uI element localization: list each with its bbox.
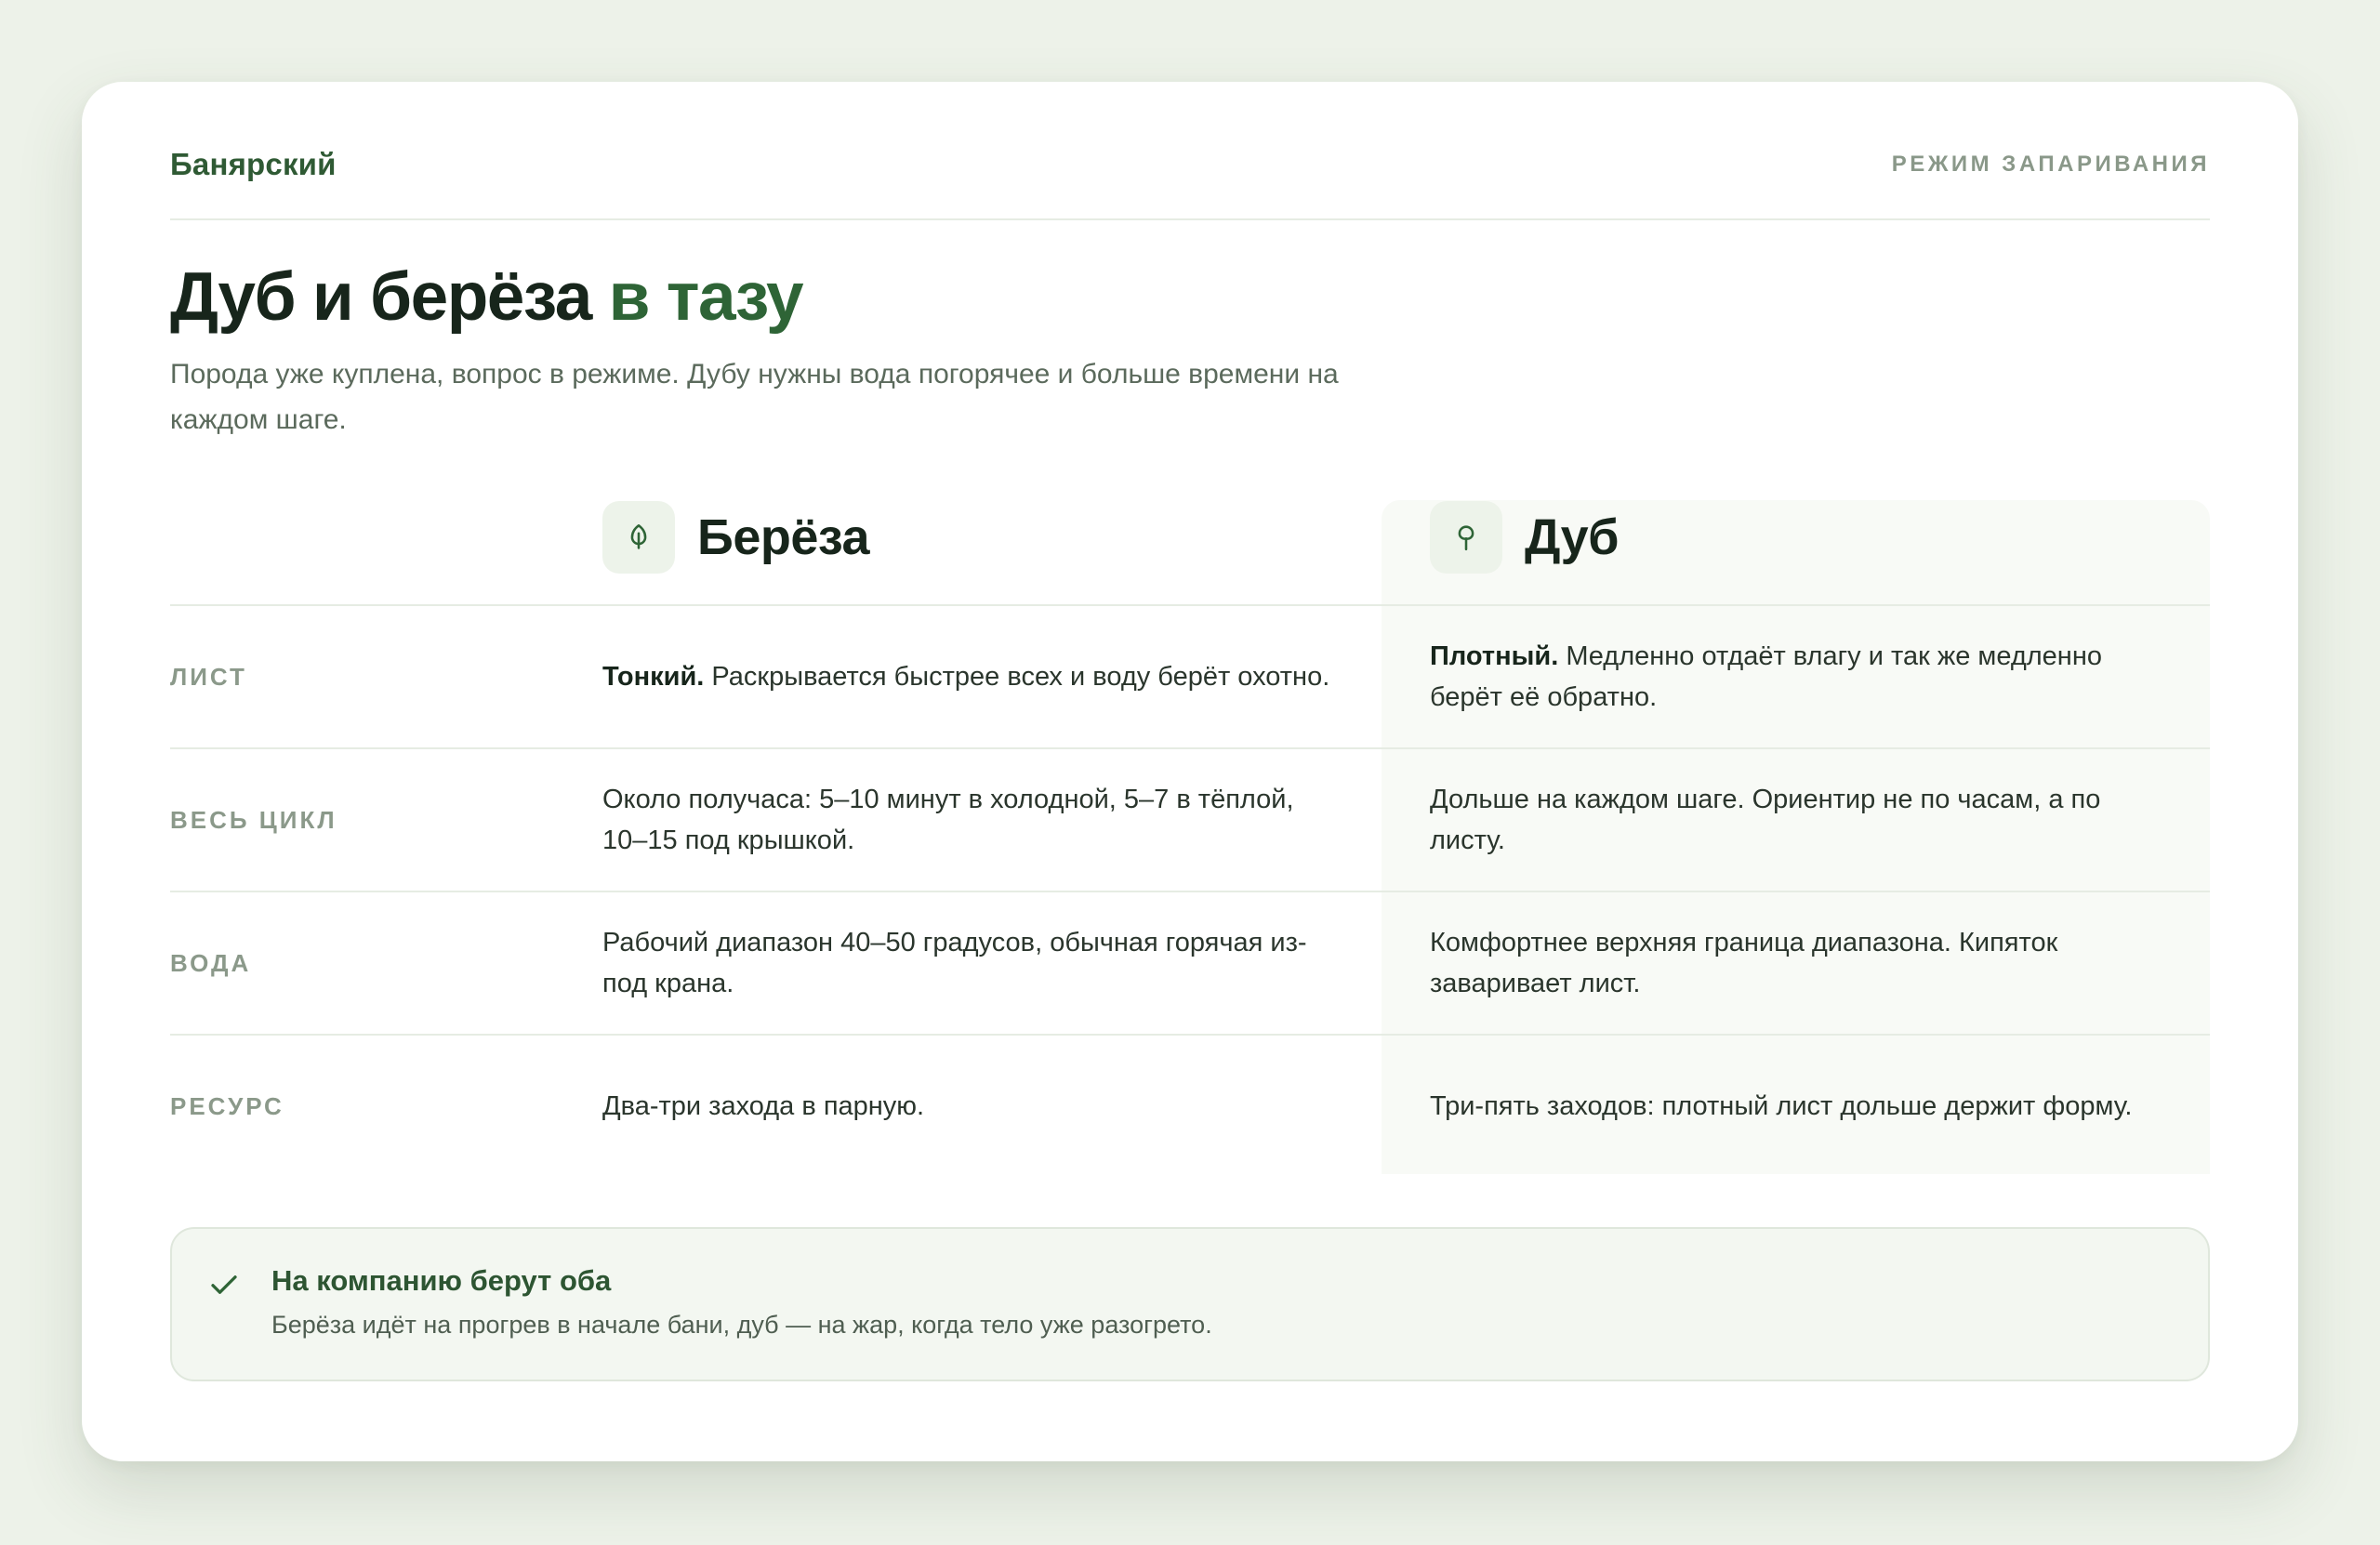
card-content: Банярский РЕЖИМ ЗАПАРИВАНИЯ Дуб и берёза… xyxy=(170,82,2210,1381)
cell-birch: Два-три захода в парную. xyxy=(602,1036,1337,1177)
cell-oak: Три-пять заходов: плотный лист дольше де… xyxy=(1430,1036,2164,1177)
check-icon xyxy=(207,1268,241,1306)
column-header-birch: Берёза xyxy=(602,500,870,574)
column-header-oak: Дуб xyxy=(1430,500,1620,574)
cell-oak: Комфортнее верхняя граница диапазона. Ки… xyxy=(1430,892,2164,1034)
top-bar: Банярский РЕЖИМ ЗАПАРИВАНИЯ xyxy=(170,82,2210,220)
title-main: Дуб и берёза xyxy=(170,259,592,335)
row-label: ВОДА xyxy=(170,948,252,977)
cell-bold: Тонкий. xyxy=(602,662,705,692)
column-title-oak: Дуб xyxy=(1525,509,1620,565)
title-accent: в тазу xyxy=(608,259,804,335)
main-card: Банярский РЕЖИМ ЗАПАРИВАНИЯ Дуб и берёза… xyxy=(82,82,2298,1461)
cell-birch: Рабочий диапазон 40–50 градусов, обычная… xyxy=(602,892,1337,1034)
tree-icon xyxy=(1430,501,1502,574)
cell-text: Рабочий диапазон 40–50 градусов, обычная… xyxy=(602,928,1307,998)
leaf-icon xyxy=(602,501,675,574)
cell-oak: Плотный. Медленно отдаёт влагу и так же … xyxy=(1430,606,2164,747)
row-label: ЛИСТ xyxy=(170,662,247,691)
table-row: ВОДА Рабочий диапазон 40–50 градусов, об… xyxy=(170,891,2210,1034)
summary-note: На компанию берут оба Берёза идёт на про… xyxy=(170,1227,2210,1381)
cell-text: Комфортнее верхняя граница диапазона. Ки… xyxy=(1430,928,2058,998)
brand-logo[interactable]: Банярский xyxy=(170,147,337,182)
note-title: На компанию берут оба xyxy=(271,1264,612,1297)
column-title-birch: Берёза xyxy=(697,509,870,565)
cell-text: Раскрывается быстрее всех и воду берёт о… xyxy=(711,662,1330,692)
table-row: ЛИСТ Тонкий. Раскрывается быстрее всех и… xyxy=(170,604,2210,747)
row-label: ВЕСЬ ЦИКЛ xyxy=(170,805,337,834)
mode-label: РЕЖИМ ЗАПАРИВАНИЯ xyxy=(1891,151,2210,177)
cell-text: Три-пять заходов: плотный лист дольше де… xyxy=(1430,1091,2133,1121)
page-title: Дуб и берёза в тазу xyxy=(170,263,2210,331)
cell-birch: Тонкий. Раскрывается быстрее всех и воду… xyxy=(602,606,1337,747)
cell-oak: Дольше на каждом шаге. Ориентир не по ча… xyxy=(1430,749,2164,891)
cell-text: Дольше на каждом шаге. Ориентир не по ча… xyxy=(1430,785,2101,855)
cell-text: Около получаса: 5–10 минут в холодной, 5… xyxy=(602,785,1294,855)
note-text: Берёза идёт на прогрев в начале бани, ду… xyxy=(271,1311,1212,1339)
page-subtitle: Порода уже куплена, вопрос в режиме. Дуб… xyxy=(170,359,1339,435)
table-row: ВЕСЬ ЦИКЛ Около получаса: 5–10 минут в х… xyxy=(170,747,2210,891)
table-header: Берёза Дуб xyxy=(170,500,2210,604)
cell-birch: Около получаса: 5–10 минут в холодной, 5… xyxy=(602,749,1337,891)
comparison-table: Берёза Дуб ЛИСТ Тонкий. Раскрывается быс… xyxy=(170,500,2210,1177)
cell-bold: Плотный. xyxy=(1430,641,1559,671)
table-row: РЕСУРС Два-три захода в парную. Три-пять… xyxy=(170,1034,2210,1177)
cell-text: Два-три захода в парную. xyxy=(602,1091,925,1121)
row-label: РЕСУРС xyxy=(170,1091,284,1120)
